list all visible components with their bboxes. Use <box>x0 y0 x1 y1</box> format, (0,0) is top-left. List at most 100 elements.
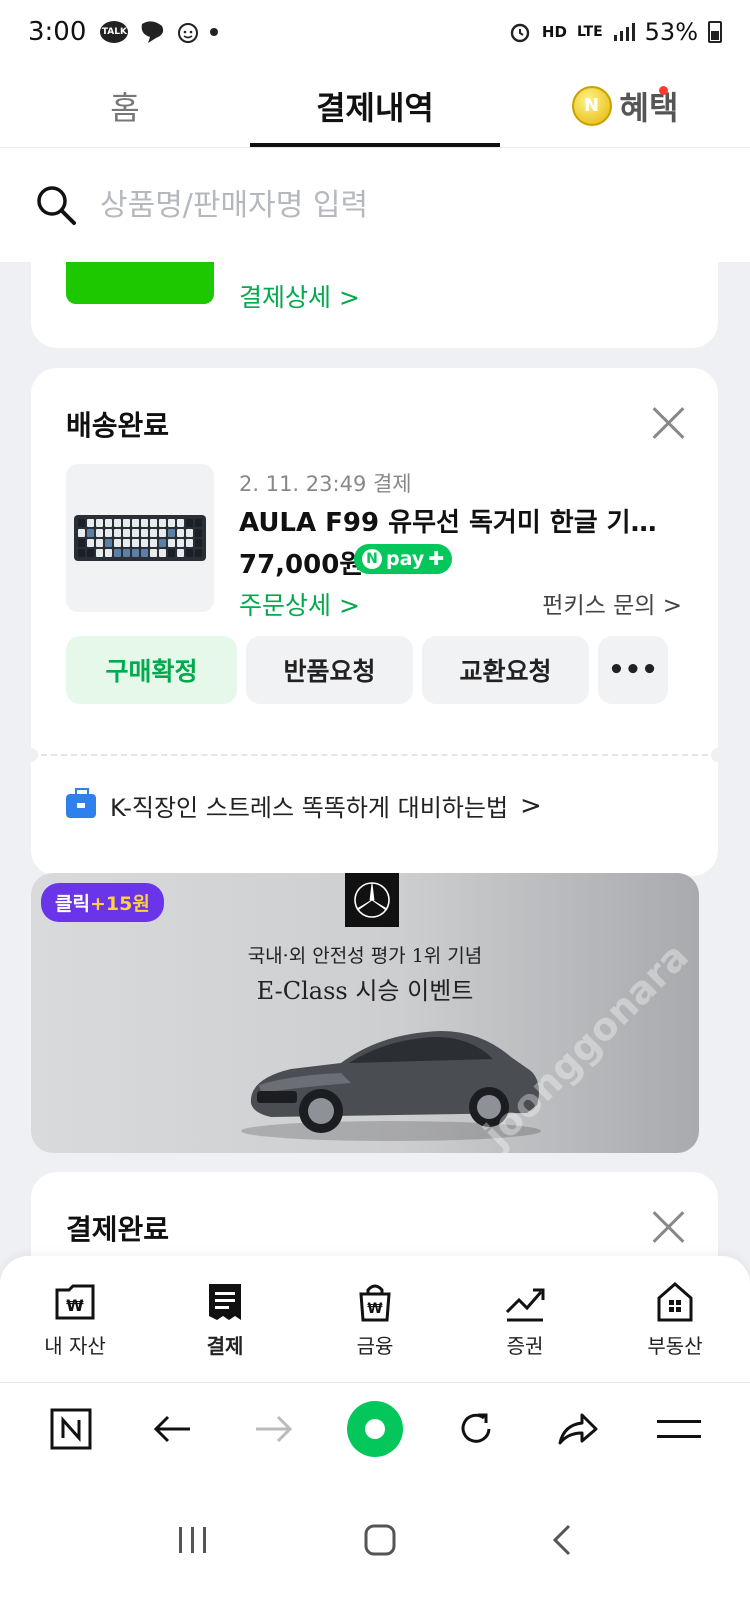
promo-link[interactable]: K-직장인 스트레스 똑똑하게 대비하는법 > <box>66 787 542 823</box>
refresh-button[interactable] <box>446 1399 506 1459</box>
order-status: 배송완료 <box>66 409 170 442</box>
tab-benefits[interactable]: N 혜택 <box>500 64 750 147</box>
product-price: 77,000원 <box>239 550 364 580</box>
receipt-icon <box>209 1284 241 1320</box>
share-arrow-icon <box>558 1413 598 1444</box>
browser-toolbar <box>0 1382 750 1474</box>
product-thumbnail[interactable] <box>66 262 214 304</box>
tab-home[interactable]: 홈 <box>0 64 250 147</box>
chevron-left-icon <box>552 1524 570 1555</box>
nav-real-estate[interactable]: 부동산 <box>620 1282 730 1359</box>
share-button[interactable] <box>548 1399 608 1459</box>
mercedes-logo <box>345 873 399 927</box>
nav-my-assets-label: 내 자산 <box>44 1334 106 1358</box>
home-square-icon <box>364 1524 396 1555</box>
bottom-navigation: ₩ 내 자산 결제 ₩ 금융 증권 부동산 <box>0 1256 750 1382</box>
nav-stocks-label: 증권 <box>506 1334 544 1358</box>
order-detail-link[interactable]: 주문상세 > <box>239 586 360 622</box>
nav-payment[interactable]: 결제 <box>170 1282 280 1359</box>
naver-home-button[interactable] <box>41 1399 101 1459</box>
notification-dot-icon <box>210 28 219 36</box>
battery-percent: 53% <box>644 18 698 46</box>
mercedes-star-icon <box>354 882 390 918</box>
order-card: 배송완료 2. 11. 23:49 결제 AULA F99 유무선 독거미 한글… <box>24 368 725 876</box>
exchange-request-button[interactable]: 교환요청 <box>422 636 589 704</box>
battery-icon <box>708 21 722 43</box>
npay-n-icon: N <box>362 549 382 569</box>
svg-text:₩: ₩ <box>66 1296 84 1315</box>
keyboard-image <box>74 515 206 561</box>
chart-up-icon <box>505 1288 545 1322</box>
signal-icon <box>613 23 635 41</box>
chat-bubble-icon <box>142 21 164 43</box>
tab-home-label: 홈 <box>110 88 140 127</box>
status-time: 3:00 <box>28 17 87 47</box>
status-bar: 3:00 TALK HD LTE 53% <box>0 0 750 64</box>
previous-order-card: 결제상세 > <box>31 240 718 348</box>
more-options-button[interactable]: ••• <box>598 636 668 704</box>
alarm-icon <box>510 23 530 43</box>
nav-finance-label: 금융 <box>356 1334 394 1358</box>
promo-text: K-직장인 스트레스 똑똑하게 대비하는법 <box>110 794 509 822</box>
tab-benefits-label: 혜택 <box>619 88 679 127</box>
nav-finance[interactable]: ₩ 금융 <box>320 1282 430 1359</box>
new-badge-dot <box>659 86 668 95</box>
plus-icon: ✚ <box>428 548 445 570</box>
green-dot-button[interactable] <box>345 1399 405 1459</box>
menu-button[interactable] <box>649 1399 709 1459</box>
confirm-purchase-button[interactable]: 구매확정 <box>66 636 237 704</box>
hd-voice-label: HD <box>541 23 567 41</box>
search-icon <box>37 186 76 225</box>
click-reward-badge: 클릭+15원 <box>41 883 164 922</box>
smiley-icon <box>178 23 199 43</box>
nav-real-estate-label: 부동산 <box>647 1334 703 1358</box>
chevron-right-icon: > <box>520 790 542 821</box>
payment-detail-link[interactable]: 결제상세 > <box>239 278 360 314</box>
building-icon <box>657 1282 693 1322</box>
payment-date: 2. 11. 23:49 결제 <box>239 472 412 496</box>
tab-payment-history[interactable]: 결제내역 <box>250 64 500 147</box>
close-icon[interactable] <box>652 406 686 440</box>
nav-stocks[interactable]: 증권 <box>470 1282 580 1359</box>
android-navigation-bar <box>0 1474 750 1609</box>
search-input[interactable] <box>100 187 700 223</box>
return-request-button[interactable]: 반품요청 <box>246 636 413 704</box>
hamburger-menu-icon <box>657 1419 702 1438</box>
top-tab-bar: 홈 결제내역 N 혜택 <box>0 64 750 148</box>
close-icon[interactable] <box>652 1210 686 1244</box>
npay-badge: N pay ✚ <box>354 544 453 574</box>
briefcase-icon <box>66 787 96 818</box>
home-button[interactable] <box>364 1524 396 1560</box>
naver-n-icon <box>50 1408 92 1449</box>
arrow-right-icon <box>255 1415 292 1442</box>
green-dot-icon <box>346 1400 403 1457</box>
arrow-left-icon <box>154 1415 191 1442</box>
kakaotalk-icon: TALK <box>100 21 129 43</box>
click-reward-label: 클릭 <box>55 893 90 915</box>
svg-text:₩: ₩ <box>367 1301 383 1317</box>
ad-headline: 국내·외 안전성 평가 1위 기념 <box>247 945 483 967</box>
recent-apps-button[interactable] <box>177 1525 209 1559</box>
back-button[interactable] <box>142 1399 202 1459</box>
divider-notch-left <box>24 748 38 762</box>
forward-button[interactable] <box>244 1399 304 1459</box>
order-action-buttons: 구매확정 반품요청 교환요청 ••• <box>66 636 668 704</box>
nav-my-assets[interactable]: ₩ 내 자산 <box>20 1282 130 1359</box>
npay-label: pay <box>386 548 425 570</box>
lte-label: LTE <box>576 24 603 40</box>
ad-banner[interactable]: 클릭+15원 국내·외 안전성 평가 1위 기념 E-Class 시승 이벤트 … <box>31 873 699 1153</box>
product-name[interactable]: AULA F99 유무선 독거미 한글 기계식 키보드 <box>239 502 679 539</box>
seller-inquiry-link[interactable]: 펀키스 문의 > <box>542 586 682 620</box>
order-status: 결제완료 <box>66 1213 170 1246</box>
click-reward-amount: +15원 <box>89 893 150 915</box>
wallet-folder-icon: ₩ <box>55 1284 95 1320</box>
divider <box>31 754 718 756</box>
divider-notch-right <box>711 748 725 762</box>
product-thumbnail[interactable] <box>66 464 214 612</box>
shopping-bag-won-icon: ₩ <box>359 1284 391 1322</box>
nav-payment-label: 결제 <box>206 1334 244 1358</box>
tab-payment-history-label: 결제내역 <box>316 88 434 127</box>
refresh-icon <box>461 1413 491 1443</box>
system-back-button[interactable] <box>551 1524 573 1560</box>
recent-apps-icon <box>179 1526 207 1553</box>
